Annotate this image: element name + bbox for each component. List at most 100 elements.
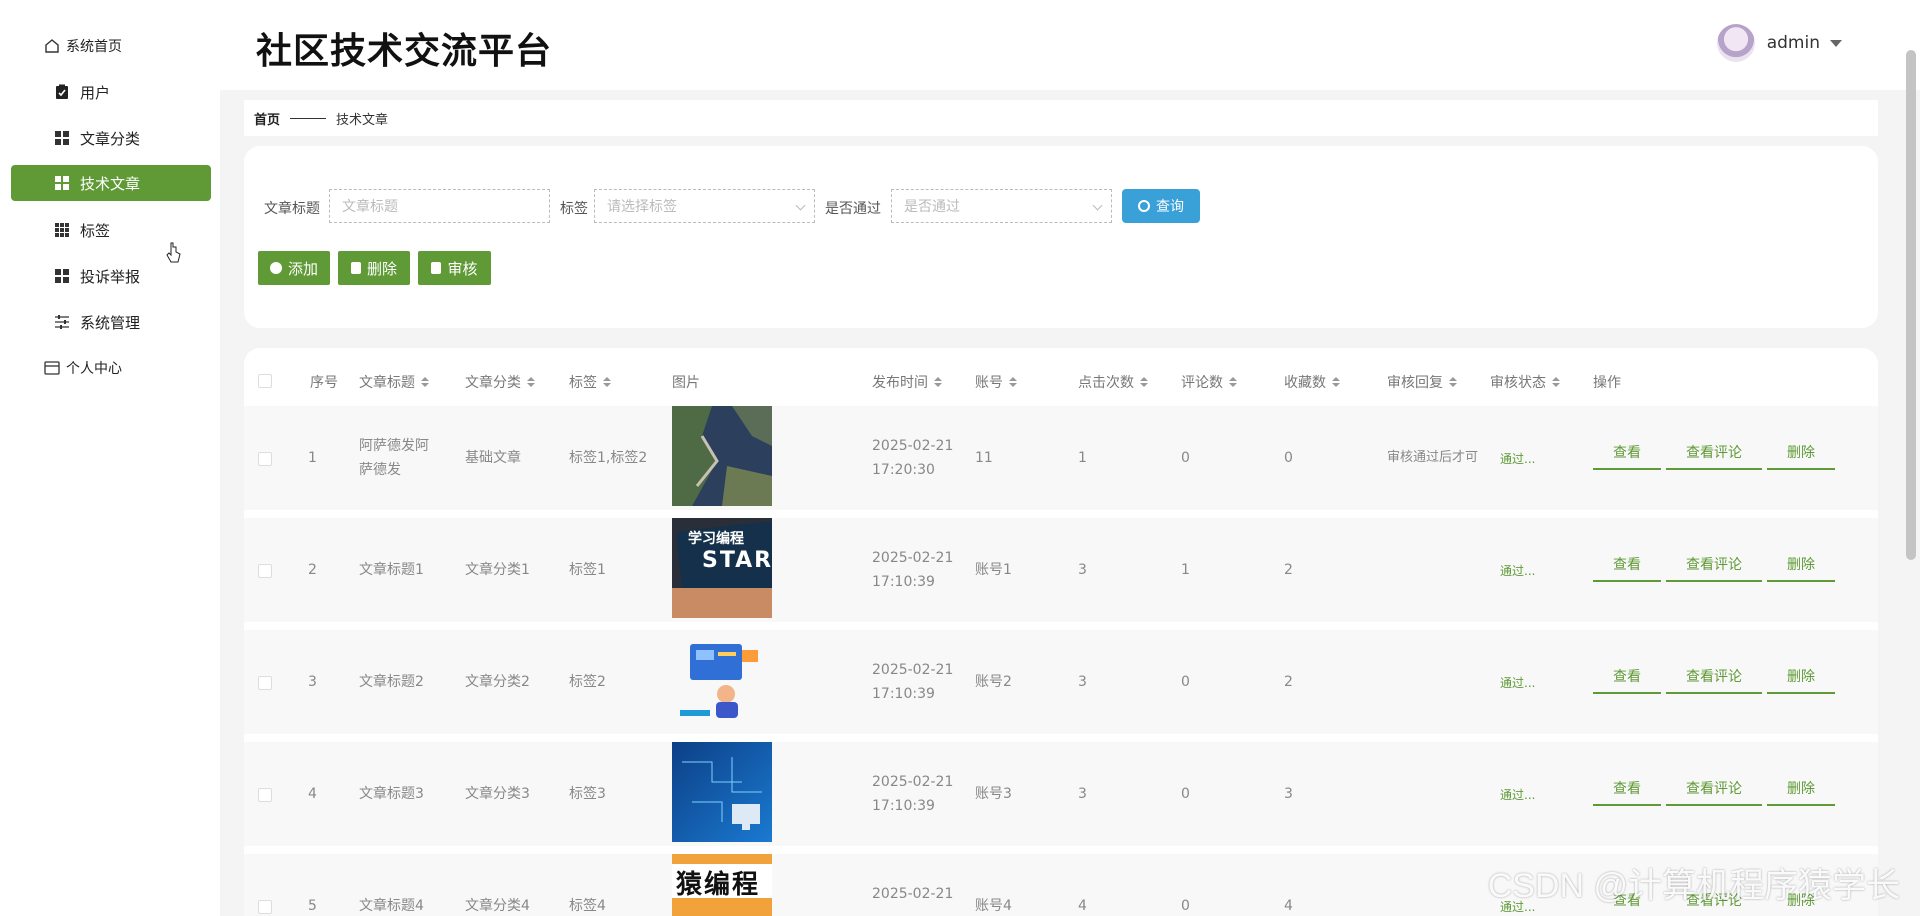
column-header-category[interactable]: 文章分类	[465, 372, 535, 392]
column-header-comments[interactable]: 评论数	[1181, 372, 1237, 392]
sidebar-item-label: 投诉举报	[80, 267, 141, 286]
chevron-down-icon	[1830, 39, 1842, 47]
breadcrumb: 首页 技术文章	[244, 100, 1878, 136]
article-image-tech[interactable]	[672, 742, 772, 842]
user-menu[interactable]: admin	[1716, 24, 1842, 62]
row-delete-button[interactable]: 删除	[1767, 666, 1835, 694]
column-header-status[interactable]: 审核状态	[1490, 372, 1560, 392]
sidebar-item-articles[interactable]: 技术文章	[11, 165, 211, 201]
cell-time: 17:10:39	[872, 686, 935, 702]
cell-clicks: 1	[1078, 450, 1087, 466]
view-comments-button[interactable]: 查看评论	[1666, 442, 1762, 470]
column-header-account[interactable]: 账号	[975, 372, 1017, 392]
view-button[interactable]: 查看	[1593, 442, 1661, 470]
column-header-title[interactable]: 文章标题	[359, 372, 429, 392]
sidebar-item-label: 系统首页	[66, 39, 122, 55]
user-name: admin	[1766, 33, 1820, 53]
status-badge: 通过...	[1500, 452, 1536, 466]
sidebar-item-system[interactable]: 系统管理	[54, 304, 204, 340]
row-delete-button[interactable]: 删除	[1767, 778, 1835, 806]
title-filter-input[interactable]: 文章标题	[329, 189, 550, 223]
select-all-checkbox[interactable]	[258, 374, 272, 388]
image-caption: START	[702, 548, 772, 573]
sidebar-item-home[interactable]: 系统首页	[44, 28, 204, 64]
review-button[interactable]: 审核	[418, 251, 491, 285]
table-row[interactable]: 4 文章标题3 文章分类3 标签3 2025-02-21 17:10:39 账号…	[244, 738, 1878, 846]
tag-filter-placeholder: 请选择标签	[607, 199, 677, 215]
row-delete-button[interactable]: 删除	[1767, 554, 1835, 582]
row-checkbox[interactable]	[258, 676, 272, 690]
sort-icon	[1332, 377, 1340, 387]
sidebar-item-label: 系统管理	[80, 313, 141, 332]
search-icon	[1138, 200, 1150, 212]
row-checkbox[interactable]	[258, 788, 272, 802]
view-button[interactable]: 查看	[1593, 778, 1661, 806]
row-delete-button[interactable]: 删除	[1767, 442, 1835, 470]
article-image-aerial[interactable]	[672, 406, 772, 506]
sidebar-item-profile[interactable]: 个人中心	[44, 350, 204, 386]
table-row[interactable]: 1 阿萨德发阿萨德发 基础文章 标签1,标签2 2025-02-21 17:20…	[244, 402, 1878, 510]
breadcrumb-home[interactable]: 首页	[254, 109, 280, 128]
image-caption: 学习编程	[688, 531, 744, 547]
delete-button-label: 删除	[366, 259, 397, 278]
chevron-down-icon	[1092, 200, 1103, 211]
view-button[interactable]: 查看	[1593, 554, 1661, 582]
cell-category: 文章分类4	[465, 898, 530, 914]
grid-icon	[54, 268, 70, 284]
sort-icon	[1229, 377, 1237, 387]
cell-clicks: 3	[1078, 786, 1087, 802]
table-row[interactable]: 3 文章标题2 文章分类2 标签2 2025-02-21 17:10:39 账号…	[244, 626, 1878, 734]
column-header-tags[interactable]: 标签	[569, 372, 611, 392]
sort-icon	[1140, 377, 1148, 387]
watermark: CSDN @计算机程序猿学长	[1487, 867, 1900, 905]
sidebar-item-users[interactable]: 用户	[54, 74, 204, 110]
article-image-book[interactable]: 猿编程	[672, 854, 772, 916]
column-header-ops: 操作	[1593, 375, 1621, 391]
cell-no: 3	[308, 674, 317, 690]
cell-title: 文章标题1	[359, 562, 424, 578]
pass-filter-select[interactable]: 是否通过	[891, 189, 1112, 223]
sidebar-item-categories[interactable]: 文章分类	[54, 120, 204, 156]
view-button[interactable]: 查看	[1593, 666, 1661, 694]
cell-tags: 标签4	[569, 898, 606, 914]
add-button[interactable]: 添加	[258, 251, 330, 285]
view-comments-button[interactable]: 查看评论	[1666, 554, 1762, 582]
cell-tags: 标签1	[569, 562, 606, 578]
sort-icon	[1009, 377, 1017, 387]
cell-comments: 0	[1181, 898, 1190, 914]
article-image-start[interactable]: 学习编程 START	[672, 518, 772, 618]
cell-no: 2	[308, 562, 317, 578]
avatar	[1716, 24, 1755, 62]
table-row[interactable]: 2 文章标题1 文章分类1 标签1 学习编程 START 2025-02-21 …	[244, 514, 1878, 622]
delete-button[interactable]: 删除	[338, 251, 410, 285]
cell-account: 账号1	[975, 562, 1012, 578]
row-checkbox[interactable]	[258, 452, 272, 466]
clipboard-icon	[54, 84, 70, 100]
articles-table: 序号 文章标题 文章分类 标签 图片 发布时间 账号 点击次数 评论数 收藏数 …	[244, 348, 1878, 916]
view-comments-button[interactable]: 查看评论	[1666, 778, 1762, 806]
column-header-clicks[interactable]: 点击次数	[1078, 372, 1148, 392]
sort-icon	[527, 377, 535, 387]
cell-comments: 0	[1181, 450, 1190, 466]
column-header-favorites[interactable]: 收藏数	[1284, 372, 1340, 392]
cell-comments: 0	[1181, 786, 1190, 802]
cell-clicks: 3	[1078, 562, 1087, 578]
column-header-date[interactable]: 发布时间	[872, 372, 942, 392]
query-button-label: 查询	[1156, 199, 1184, 215]
cell-date: 2025-02-21	[872, 774, 954, 790]
pass-filter-label: 是否通过	[825, 201, 881, 217]
row-checkbox[interactable]	[258, 564, 272, 578]
stamp-icon	[431, 262, 442, 274]
column-header-reply[interactable]: 审核回复	[1387, 372, 1457, 392]
status-badge: 通过...	[1500, 676, 1536, 690]
article-image-illustration[interactable]	[672, 630, 772, 730]
tag-filter-select[interactable]: 请选择标签	[594, 189, 815, 223]
home-icon	[44, 38, 60, 54]
sort-icon	[1552, 377, 1560, 387]
breadcrumb-current: 技术文章	[336, 112, 389, 128]
cell-favorites: 0	[1284, 450, 1293, 466]
view-comments-button[interactable]: 查看评论	[1666, 666, 1762, 694]
page-scrollbar[interactable]	[1906, 50, 1916, 560]
query-button[interactable]: 查询	[1122, 189, 1200, 223]
row-checkbox[interactable]	[258, 900, 272, 914]
